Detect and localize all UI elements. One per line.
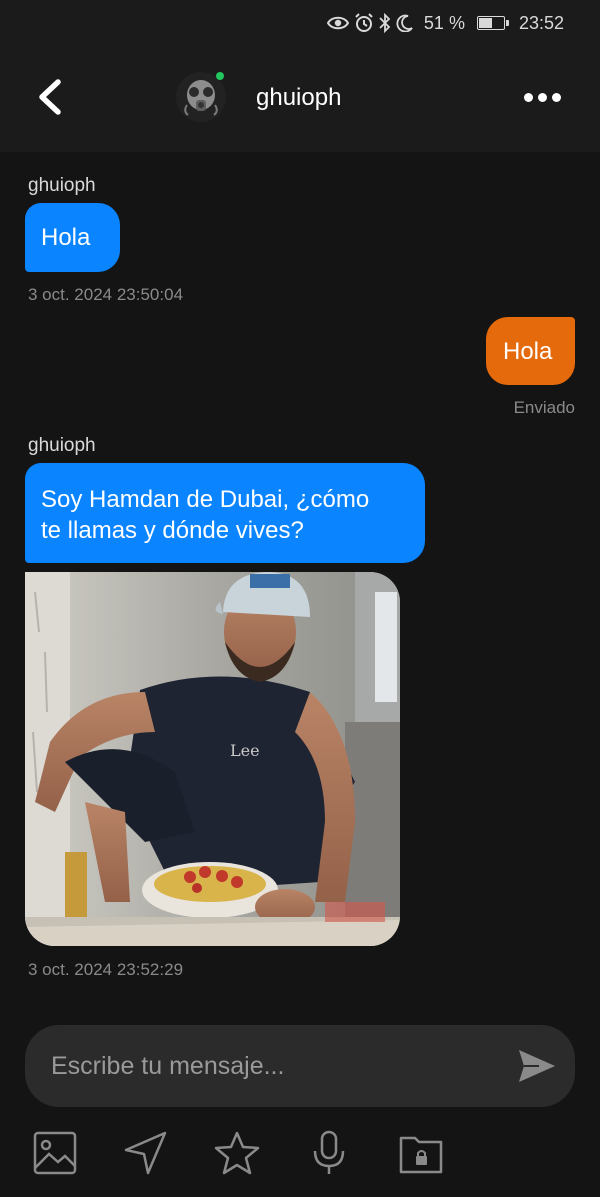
message-timestamp: 3 oct. 2024 23:50:04 bbox=[28, 285, 184, 304]
battery-percent: 51 % bbox=[423, 12, 465, 33]
online-indicator bbox=[216, 72, 224, 80]
battery-icon bbox=[476, 16, 509, 30]
sender-name: ghuioph bbox=[28, 435, 96, 456]
message-input[interactable] bbox=[51, 1025, 491, 1107]
photo-attachment[interactable]: Lee bbox=[25, 572, 400, 946]
contact-name[interactable]: ghuioph bbox=[256, 84, 341, 112]
back-button[interactable] bbox=[30, 74, 70, 120]
incoming-message-bubble[interactable]: Hola bbox=[25, 203, 120, 272]
chat-header: ghuioph bbox=[0, 46, 600, 152]
gas-mask-icon bbox=[184, 80, 218, 116]
favorite-button[interactable] bbox=[214, 1130, 260, 1176]
outgoing-message-bubble[interactable]: Hola bbox=[486, 317, 575, 385]
contact-avatar[interactable] bbox=[176, 72, 226, 122]
message-text-line: Soy Hamdan de Dubai, ¿cómo bbox=[41, 486, 370, 513]
send-button[interactable] bbox=[517, 1047, 557, 1085]
locked-folder-icon bbox=[399, 1136, 443, 1174]
private-folder-button[interactable] bbox=[398, 1130, 444, 1176]
chevron-left-icon bbox=[39, 79, 61, 115]
moon-icon bbox=[396, 14, 414, 32]
bluetooth-icon bbox=[379, 13, 391, 33]
more-dots-icon bbox=[523, 92, 561, 102]
star-icon bbox=[214, 1131, 260, 1175]
message-text: Hola bbox=[41, 224, 91, 251]
location-button[interactable] bbox=[122, 1130, 168, 1176]
chat-screen: 51 % 23:52 ghuioph ghuioph Hola 3 oct. 2… bbox=[0, 0, 600, 1197]
location-icon bbox=[124, 1131, 167, 1175]
attachment-toolbar bbox=[0, 1130, 600, 1180]
image-icon bbox=[33, 1131, 77, 1175]
eye-icon bbox=[326, 15, 349, 31]
microphone-icon bbox=[313, 1130, 345, 1174]
more-options-button[interactable] bbox=[522, 86, 562, 108]
message-text-line: te llamas y dónde vives? bbox=[41, 517, 304, 544]
image-button[interactable] bbox=[32, 1130, 78, 1176]
sender-name: ghuioph bbox=[28, 175, 96, 196]
message-composer bbox=[25, 1025, 575, 1107]
incoming-message-bubble[interactable]: Soy Hamdan de Dubai, ¿cómo te llamas y d… bbox=[25, 463, 425, 563]
voice-button[interactable] bbox=[306, 1130, 352, 1176]
photo-image: Lee bbox=[25, 572, 400, 946]
svg-text:Lee: Lee bbox=[230, 741, 260, 760]
status-bar: 51 % 23:52 bbox=[0, 0, 600, 46]
clock: 23:52 bbox=[518, 12, 564, 33]
alarm-icon bbox=[354, 13, 374, 33]
message-text: Hola bbox=[503, 338, 553, 365]
send-icon bbox=[519, 1050, 555, 1082]
message-status: Enviado bbox=[513, 398, 575, 417]
message-timestamp: 3 oct. 2024 23:52:29 bbox=[28, 960, 184, 979]
